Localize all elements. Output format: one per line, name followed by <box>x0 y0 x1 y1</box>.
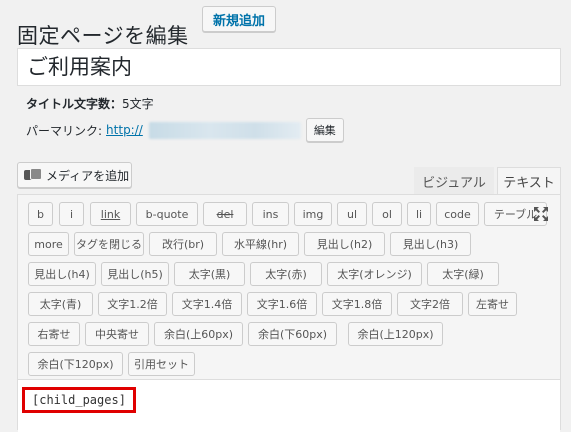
editor: b i link b-quote del ins img ul ol li code テーブル more… <box>17 194 561 432</box>
quicktag-button[interactable]: 余白(上60px) <box>154 322 243 346</box>
add-media-label: メディアを追加 <box>46 168 130 183</box>
quicktag-button[interactable]: 太字(青) <box>28 292 93 316</box>
permalink-edit-button[interactable]: 編集 <box>305 118 344 142</box>
quicktag-button[interactable]: 文字1.8倍 <box>322 292 392 316</box>
quicktag-button[interactable]: 改行(br) <box>149 232 217 256</box>
quicktag-button[interactable]: more <box>28 232 69 256</box>
post-title-input[interactable]: ご利用案内 <box>17 48 561 86</box>
quicktag-button[interactable]: 太字(オレンジ) <box>327 262 422 286</box>
quicktag-button[interactable]: 右寄せ <box>28 322 80 346</box>
permalink-label: パーマリンク: <box>26 123 103 138</box>
title-count: タイトル文字数：5文字 <box>26 95 154 112</box>
shortcode-highlight: [child_pages] <box>22 387 136 413</box>
permalink-url-blurred <box>148 121 301 139</box>
quicktag-button[interactable]: タグを閉じる <box>74 232 144 256</box>
quicktag-button[interactable]: 水平線(hr) <box>222 232 299 256</box>
quicktag-button[interactable]: b-quote <box>136 202 198 226</box>
quicktag-button[interactable]: 見出し(h2) <box>304 232 385 256</box>
quicktag-button[interactable]: 見出し(h3) <box>390 232 471 256</box>
add-media-button[interactable]: メディアを追加 <box>17 162 132 188</box>
quicktag-button[interactable]: img <box>294 202 332 226</box>
quicktag-button[interactable]: 余白(下120px) <box>28 352 123 376</box>
add-new-button[interactable]: 新規追加 <box>202 6 276 32</box>
quicktag-button[interactable]: 見出し(h4) <box>28 262 96 286</box>
page-title: 固定ページを編集 <box>17 24 189 49</box>
quicktag-button[interactable]: 太字(赤) <box>250 262 322 286</box>
fullscreen-icon[interactable] <box>532 205 550 223</box>
title-count-label: タイトル文字数： <box>26 97 123 111</box>
permalink-url[interactable]: http:// <box>106 123 143 137</box>
quicktag-button[interactable]: 左寄せ <box>468 292 517 316</box>
title-count-value: 5文字 <box>122 97 154 111</box>
quicktag-button[interactable]: ul <box>337 202 367 226</box>
quicktag-button[interactable]: 文字1.2倍 <box>98 292 167 316</box>
quicktag-button[interactable]: ol <box>372 202 402 226</box>
permalink-row: パーマリンク: http:// 編集 <box>26 118 344 142</box>
tab-text[interactable]: テキスト <box>497 167 561 195</box>
quicktag-button[interactable]: 文字1.6倍 <box>247 292 317 316</box>
quicktag-button[interactable]: li <box>407 202 431 226</box>
tab-visual[interactable]: ビジュアル <box>414 167 494 195</box>
quicktag-button[interactable]: 中央寄せ <box>85 322 149 346</box>
media-icon <box>24 168 42 182</box>
quicktag-button[interactable]: 太字(緑) <box>427 262 499 286</box>
quicktag-button[interactable]: ins <box>252 202 289 226</box>
quicktag-button[interactable]: 引用セット <box>128 352 195 376</box>
quicktag-button[interactable]: 文字1.4倍 <box>172 292 242 316</box>
quicktag-button[interactable]: 文字2倍 <box>397 292 463 316</box>
quicktag-button[interactable]: link <box>90 202 131 226</box>
editor-textarea[interactable]: [child_pages] <box>18 379 560 432</box>
quicktag-button[interactable]: 余白(上120px) <box>348 322 443 346</box>
quicktag-button[interactable]: 見出し(h5) <box>101 262 169 286</box>
quicktag-button[interactable]: 余白(下60px) <box>248 322 337 346</box>
quicktag-button[interactable]: 太字(黒) <box>174 262 245 286</box>
quicktag-button[interactable]: i <box>59 202 84 226</box>
quicktag-button[interactable]: code <box>436 202 479 226</box>
quicktag-button[interactable]: del <box>203 202 247 226</box>
quicktag-button[interactable]: b <box>28 202 53 226</box>
